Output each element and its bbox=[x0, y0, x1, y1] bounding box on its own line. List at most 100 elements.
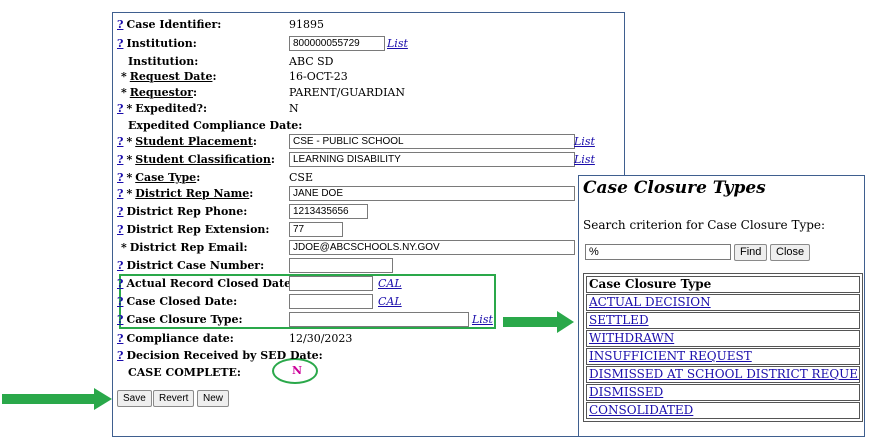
field-label-text: District Rep Phone: bbox=[126, 205, 248, 218]
help-icon[interactable]: ? bbox=[117, 135, 123, 148]
field-label-text: Expedited Compliance Date: bbox=[128, 119, 303, 132]
field-label-text: Institution: bbox=[126, 37, 197, 50]
find-button[interactable]: Find bbox=[734, 244, 768, 261]
field-label: * Request Date: bbox=[117, 70, 217, 83]
closure-type-link[interactable]: WITHDRAWN bbox=[586, 330, 860, 347]
field-label: * Requestor: bbox=[117, 86, 197, 99]
label-suffix: : bbox=[252, 135, 257, 148]
help-icon[interactable]: ? bbox=[117, 223, 123, 236]
close-button[interactable]: Close bbox=[770, 244, 811, 261]
label-suffix: : bbox=[193, 86, 198, 99]
text-input[interactable]: JANE DOE bbox=[289, 186, 575, 201]
text-input[interactable] bbox=[289, 294, 373, 309]
field-label-text: District Case Number: bbox=[126, 259, 265, 272]
text-input[interactable]: 1213435656 bbox=[289, 204, 368, 219]
field-label: ? * Case Type: bbox=[117, 171, 200, 184]
help-icon[interactable]: ? bbox=[117, 313, 123, 326]
field-value: N bbox=[289, 102, 299, 115]
help-icon[interactable]: ? bbox=[117, 259, 123, 272]
text-input[interactable]: 77 bbox=[289, 222, 343, 237]
search-input[interactable]: % bbox=[585, 244, 731, 260]
help-icon[interactable]: ? bbox=[117, 332, 123, 345]
text-input[interactable] bbox=[289, 258, 393, 273]
save-button[interactable]: Save bbox=[117, 390, 152, 407]
help-icon[interactable]: ? bbox=[117, 187, 123, 200]
field-label: ? District Rep Extension: bbox=[117, 223, 269, 236]
closure-type-link[interactable]: CONSOLIDATED bbox=[586, 402, 860, 419]
field-label-text: Decision Received by SED Date: bbox=[126, 349, 323, 362]
arrow-icon bbox=[503, 311, 574, 333]
field-label: ? District Rep Phone: bbox=[117, 205, 247, 218]
text-input[interactable]: JDOE@ABCSCHOOLS.NY.GOV bbox=[289, 240, 575, 255]
field-label: ? * Student Classification: bbox=[117, 153, 275, 166]
field-label-text: Case Closure Type: bbox=[126, 313, 243, 326]
required-marker: * bbox=[121, 86, 127, 99]
help-icon[interactable]: ? bbox=[117, 349, 123, 362]
field-label: Expedited Compliance Date: bbox=[117, 119, 302, 132]
help-icon[interactable]: ? bbox=[117, 18, 123, 31]
field-label-text[interactable]: Requestor bbox=[130, 86, 193, 99]
field-value: 12/30/2023 bbox=[289, 332, 353, 345]
required-marker: * bbox=[126, 187, 133, 200]
list-link[interactable]: List bbox=[387, 37, 408, 50]
closure-type-link[interactable]: INSUFFICIENT REQUEST bbox=[586, 348, 860, 365]
field-label-text: Institution: bbox=[128, 55, 199, 68]
closure-type-link[interactable]: ACTUAL DECISION bbox=[586, 294, 860, 311]
list-link[interactable]: List bbox=[472, 313, 493, 326]
field-label: Institution: bbox=[117, 55, 198, 68]
field-label: ? Case Closure Type: bbox=[117, 313, 243, 326]
text-input[interactable]: 800000055729 bbox=[289, 36, 385, 51]
list-link[interactable]: List bbox=[574, 153, 595, 166]
help-icon[interactable]: ? bbox=[117, 37, 123, 50]
field-label: ? District Case Number: bbox=[117, 259, 264, 272]
help-icon[interactable]: ? bbox=[117, 277, 123, 290]
required-marker: * bbox=[121, 241, 127, 254]
calendar-link[interactable]: CAL bbox=[378, 295, 402, 308]
help-icon[interactable]: ? bbox=[117, 102, 123, 115]
list-link[interactable]: List bbox=[574, 135, 595, 148]
text-input[interactable] bbox=[289, 312, 469, 327]
help-icon[interactable]: ? bbox=[117, 171, 123, 184]
required-marker: * bbox=[126, 153, 133, 166]
field-label-text[interactable]: Request Date bbox=[130, 70, 213, 83]
closure-type-link[interactable]: SETTLED bbox=[586, 312, 860, 329]
field-value: CSE bbox=[289, 171, 313, 184]
field-label: ? * Expedited?: bbox=[117, 102, 207, 115]
new-button[interactable]: New bbox=[197, 390, 230, 407]
field-label-text: Case Identifier: bbox=[126, 18, 222, 31]
field-label: ? Case Identifier: bbox=[117, 18, 221, 31]
table-header: Case Closure Type bbox=[586, 276, 860, 293]
closure-type-link[interactable]: DISMISSED bbox=[586, 384, 860, 401]
text-input[interactable]: LEARNING DISABILITY bbox=[289, 152, 575, 167]
field-value: PARENT/GUARDIAN bbox=[289, 86, 405, 99]
required-marker: * bbox=[126, 171, 133, 184]
arrow-icon bbox=[2, 388, 112, 410]
text-input[interactable]: CSE - PUBLIC SCHOOL bbox=[289, 134, 575, 149]
help-icon[interactable]: ? bbox=[117, 295, 123, 308]
field-label-text[interactable]: Case Type bbox=[135, 171, 196, 184]
field-value: 91895 bbox=[289, 18, 324, 31]
field-label: ? Decision Received by SED Date: bbox=[117, 349, 323, 362]
field-label-text: Expedited?: bbox=[135, 102, 207, 115]
field-value: ABC SD bbox=[289, 55, 334, 68]
closure-type-table: Case Closure Type ACTUAL DECISION SETTLED… bbox=[583, 273, 863, 422]
field-label-text: CASE COMPLETE: bbox=[128, 366, 241, 379]
calendar-link[interactable]: CAL bbox=[378, 277, 402, 290]
closure-type-link[interactable]: DISMISSED AT SCHOOL DISTRICT REQUEST bbox=[586, 366, 860, 383]
field-label: ? * District Rep Name: bbox=[117, 187, 253, 200]
field-value: 16-OCT-23 bbox=[289, 70, 348, 83]
field-label-text[interactable]: Student Classification bbox=[135, 153, 271, 166]
field-label-text[interactable]: Student Placement bbox=[135, 135, 253, 148]
required-marker: * bbox=[126, 102, 133, 115]
field-label-text: Compliance date: bbox=[126, 332, 234, 345]
field-label-text[interactable]: District Rep Name bbox=[135, 187, 249, 200]
label-suffix: : bbox=[196, 171, 201, 184]
text-input[interactable] bbox=[289, 276, 373, 291]
field-label: * District Rep Email: bbox=[117, 241, 248, 254]
help-icon[interactable]: ? bbox=[117, 153, 123, 166]
revert-button[interactable]: Revert bbox=[153, 390, 195, 407]
field-label-text: Actual Record Closed Date: bbox=[126, 277, 296, 290]
help-icon[interactable]: ? bbox=[117, 205, 123, 218]
field-label: ? * Student Placement: bbox=[117, 135, 257, 148]
field-label: ? Actual Record Closed Date: bbox=[117, 277, 295, 290]
